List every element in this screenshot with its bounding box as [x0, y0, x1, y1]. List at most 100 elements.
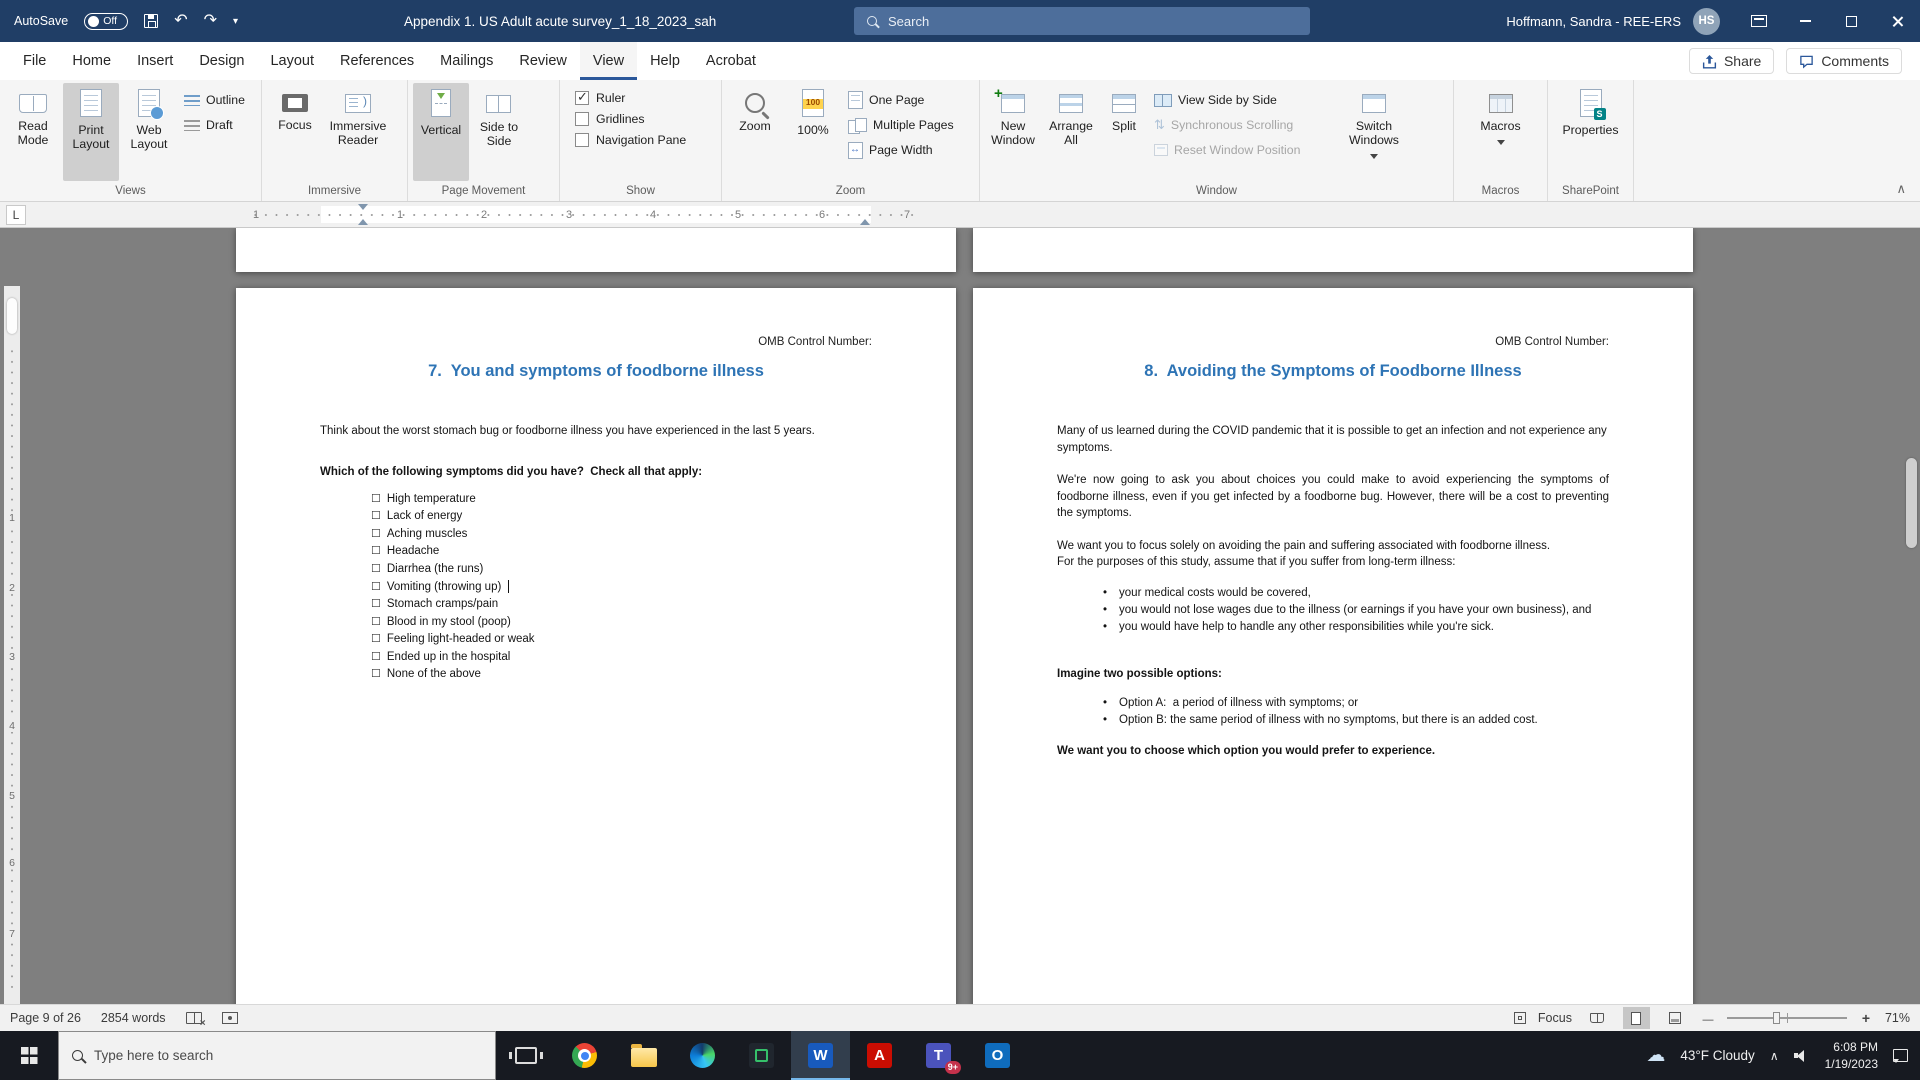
speaker-icon[interactable] — [1794, 1049, 1810, 1062]
tab-view[interactable]: View — [580, 42, 637, 80]
redo-icon[interactable] — [204, 13, 217, 29]
tab-home[interactable]: Home — [59, 42, 124, 80]
avatar[interactable]: HS — [1693, 8, 1720, 35]
account-name[interactable]: Hoffmann, Sandra - REE-ERS — [1506, 14, 1681, 29]
read-mode-view-button[interactable] — [1584, 1007, 1611, 1029]
hidden-icons-chevron[interactable] — [1770, 1047, 1779, 1065]
proofing-errors-icon[interactable] — [186, 1012, 202, 1024]
tab-design[interactable]: Design — [186, 42, 257, 80]
taskbar-teams[interactable]: T 9+ — [909, 1031, 968, 1080]
page-width-button[interactable]: Page Width — [843, 139, 959, 161]
minimize-button[interactable] — [1782, 0, 1828, 42]
zoom-in-button[interactable] — [1859, 1010, 1873, 1026]
properties-button[interactable]: Properties — [1563, 83, 1619, 181]
tab-file[interactable]: File — [10, 42, 59, 80]
symptom-item[interactable]: ☐Aching muscles — [371, 525, 872, 543]
start-button[interactable] — [0, 1031, 58, 1080]
web-layout-view-button[interactable] — [1662, 1007, 1689, 1029]
macros-button[interactable]: Macros — [1473, 83, 1529, 181]
checkbox-icon: ☐ — [371, 508, 381, 525]
print-layout-button[interactable]: Print Layout — [63, 83, 119, 181]
symptom-item[interactable]: ☐Ended up in the hospital — [371, 648, 872, 666]
taskbar-chrome[interactable] — [555, 1031, 614, 1080]
focus-mode-button[interactable]: Focus — [1538, 1011, 1572, 1025]
symptom-item[interactable]: ☐None of the above — [371, 666, 872, 684]
symptom-item[interactable]: ☐High temperature — [371, 490, 872, 508]
save-icon[interactable] — [144, 14, 158, 28]
zoom-slider-thumb[interactable] — [1773, 1012, 1780, 1024]
document-page-section7[interactable]: OMB Control Number: 7. You and symptoms … — [236, 288, 956, 1004]
share-button[interactable]: Share — [1689, 48, 1774, 74]
gridlines-checkbox[interactable]: Gridlines — [575, 112, 686, 126]
taskbar-outlook[interactable]: O — [968, 1031, 1027, 1080]
print-layout-view-button[interactable] — [1623, 1007, 1650, 1029]
navigation-pane-checkbox[interactable]: Navigation Pane — [575, 133, 686, 147]
tab-mailings[interactable]: Mailings — [427, 42, 506, 80]
task-view-button[interactable] — [496, 1031, 555, 1080]
taskbar-word[interactable]: W — [791, 1031, 850, 1080]
side-to-side-button[interactable]: Side to Side — [471, 83, 527, 181]
zoom-button[interactable]: Zoom — [727, 83, 783, 181]
titlebar-search-box[interactable]: Search — [854, 7, 1310, 35]
action-center-icon[interactable] — [1893, 1049, 1908, 1062]
zoom-out-button[interactable] — [1701, 1010, 1715, 1026]
arrange-all-button[interactable]: Arrange All — [1043, 83, 1099, 181]
symptom-item[interactable]: ☐Feeling light-headed or weak — [371, 631, 872, 649]
collapse-ribbon-icon[interactable] — [1896, 181, 1906, 197]
tab-layout[interactable]: Layout — [257, 42, 327, 80]
hanging-indent-marker[interactable] — [358, 214, 368, 225]
maximize-button[interactable] — [1828, 0, 1874, 42]
taskbar-app-green[interactable] — [732, 1031, 791, 1080]
zoom-slider[interactable] — [1727, 1017, 1847, 1019]
symptom-item[interactable]: ☐Vomiting (throwing up) — [371, 578, 872, 596]
new-window-button[interactable]: New Window — [985, 83, 1041, 181]
focus-button[interactable]: Focus — [267, 83, 323, 181]
zoom-percentage[interactable]: 71% — [1885, 1011, 1910, 1025]
word-count[interactable]: 2854 words — [101, 1011, 166, 1025]
page-indicator[interactable]: Page 9 of 26 — [10, 1011, 81, 1025]
right-indent-marker[interactable] — [860, 214, 870, 225]
multiple-pages-button[interactable]: Multiple Pages — [843, 114, 959, 136]
customize-quick-access-icon[interactable] — [233, 16, 238, 27]
symptom-item[interactable]: ☐Headache — [371, 543, 872, 561]
tab-review[interactable]: Review — [506, 42, 580, 80]
immersive-reader-button[interactable]: Immersive Reader — [325, 83, 391, 181]
close-button[interactable] — [1874, 0, 1920, 42]
recording-status-icon[interactable] — [222, 1012, 238, 1024]
comments-button[interactable]: Comments — [1786, 48, 1902, 74]
tab-selector[interactable]: L — [6, 205, 26, 225]
synchronous-scrolling-button: Synchronous Scrolling — [1149, 114, 1339, 136]
read-mode-button[interactable]: Read Mode — [5, 83, 61, 181]
vertical-scrollbar-thumb[interactable] — [1906, 458, 1917, 548]
document-canvas[interactable]: OMB Control Number: 7. You and symptoms … — [0, 228, 1920, 1004]
taskbar-file-explorer[interactable] — [614, 1031, 673, 1080]
taskbar-search-box[interactable]: Type here to search — [58, 1031, 496, 1080]
view-side-by-side-button[interactable]: View Side by Side — [1149, 89, 1339, 111]
symptom-item[interactable]: ☐Lack of energy — [371, 508, 872, 526]
draft-button[interactable]: Draft — [179, 114, 250, 136]
outline-button[interactable]: Outline — [179, 89, 250, 111]
weather-text[interactable]: 43°F Cloudy — [1680, 1048, 1754, 1063]
tab-insert[interactable]: Insert — [124, 42, 186, 80]
ruler-checkbox[interactable]: Ruler — [575, 91, 686, 105]
undo-icon[interactable] — [174, 13, 187, 29]
one-page-button[interactable]: One Page — [843, 89, 959, 111]
switch-windows-button[interactable]: Switch Windows — [1341, 83, 1407, 181]
split-button[interactable]: Split — [1101, 83, 1147, 181]
symptom-item[interactable]: ☐Diarrhea (the runs) — [371, 560, 872, 578]
ribbon-display-options-button[interactable] — [1736, 0, 1782, 42]
autosave-toggle[interactable]: Off — [84, 13, 128, 30]
symptom-item[interactable]: ☐Blood in my stool (poop) — [371, 613, 872, 631]
tab-references[interactable]: References — [327, 42, 427, 80]
file-explorer-icon — [631, 1048, 657, 1067]
zoom-100-button[interactable]: 100 100% — [785, 83, 841, 181]
document-page-section8[interactable]: OMB Control Number: 8. Avoiding the Symp… — [973, 288, 1693, 1004]
symptom-item[interactable]: ☐Stomach cramps/pain — [371, 596, 872, 614]
taskbar-acrobat[interactable]: A — [850, 1031, 909, 1080]
web-layout-button[interactable]: Web Layout — [121, 83, 177, 181]
taskbar-edge[interactable] — [673, 1031, 732, 1080]
tab-help[interactable]: Help — [637, 42, 693, 80]
tab-acrobat[interactable]: Acrobat — [693, 42, 769, 80]
taskbar-clock[interactable]: 6:08 PM 1/19/2023 — [1825, 1039, 1878, 1071]
vertical-button[interactable]: Vertical — [413, 83, 469, 181]
